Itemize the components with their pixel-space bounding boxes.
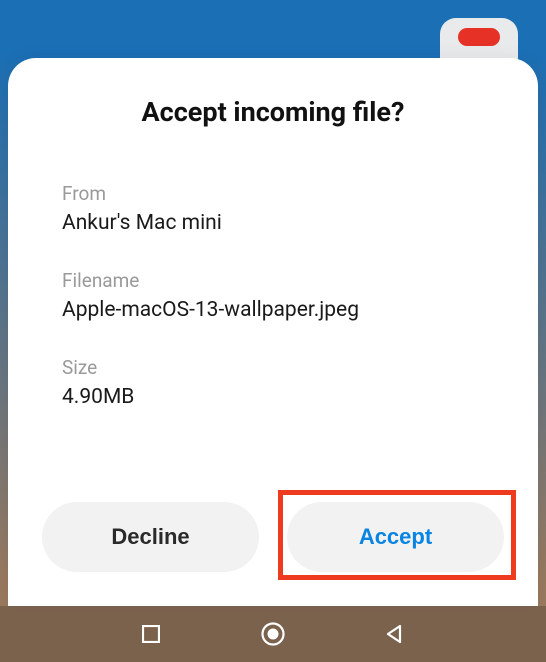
home-button[interactable]	[260, 621, 286, 647]
size-value: 4.90MB	[62, 385, 484, 409]
dialog-title: Accept incoming file?	[8, 96, 538, 128]
from-value: Ankur's Mac mini	[62, 211, 484, 235]
incoming-file-dialog: Accept incoming file? From Ankur's Mac m…	[8, 58, 538, 606]
circle-icon	[260, 621, 286, 647]
recent-apps-button[interactable]	[138, 621, 164, 647]
field-from: From Ankur's Mac mini	[62, 182, 484, 235]
filename-label: Filename	[62, 269, 484, 292]
triangle-left-icon	[385, 624, 405, 644]
dialog-actions: Decline Accept	[8, 502, 538, 606]
from-label: From	[62, 182, 484, 205]
accept-button-label: Accept	[359, 524, 432, 550]
field-size: Size 4.90MB	[62, 356, 484, 409]
filename-value: Apple-macOS-13-wallpaper.jpeg	[62, 298, 484, 322]
decline-button-label: Decline	[111, 524, 189, 550]
decline-button[interactable]: Decline	[42, 502, 259, 572]
size-label: Size	[62, 356, 484, 379]
dialog-content: From Ankur's Mac mini Filename Apple-mac…	[8, 182, 538, 502]
youtube-icon	[458, 28, 500, 46]
field-filename: Filename Apple-macOS-13-wallpaper.jpeg	[62, 269, 484, 322]
back-button[interactable]	[382, 621, 408, 647]
accept-button[interactable]: Accept	[287, 502, 504, 572]
square-icon	[142, 625, 160, 643]
android-navbar	[0, 606, 546, 662]
